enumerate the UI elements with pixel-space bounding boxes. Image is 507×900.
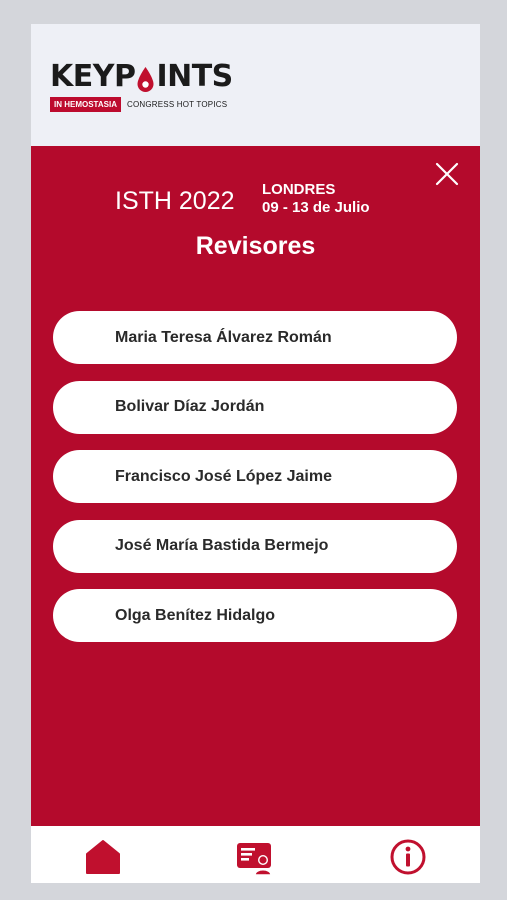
id-card-icon xyxy=(237,843,272,876)
page-title: Revisores xyxy=(195,232,316,260)
header: KEYP INTS IN HEMOSTASIA CONGRESS HOT TOPI… xyxy=(31,24,480,146)
reviewer-name: José María Bastida Bermejo xyxy=(115,537,329,554)
event-dates: 09 - 13 de Julio xyxy=(262,199,370,216)
nav-home-button[interactable] xyxy=(84,838,122,876)
reviewer-list: Maria Teresa Álvarez Román Bolivar Díaz … xyxy=(53,311,457,659)
close-button[interactable] xyxy=(433,160,461,188)
home-icon xyxy=(86,840,120,874)
event-city: LONDRES xyxy=(262,181,336,198)
logo-tag: IN HEMOSTASIA xyxy=(50,97,121,112)
main-panel: ISTH 2022 LONDRES 09 - 13 de Julio Revis… xyxy=(31,146,480,826)
reviewer-item[interactable]: José María Bastida Bermejo xyxy=(53,519,457,573)
info-icon xyxy=(390,839,426,875)
keypoints-logo: KEYP INTS IN HEMOSTASIA CONGRESS HOT TOPI… xyxy=(50,60,250,118)
logo-subtitle: CONGRESS HOT TOPICS xyxy=(126,100,228,109)
nav-reviewers-button[interactable] xyxy=(236,838,274,876)
reviewer-item[interactable]: Maria Teresa Álvarez Román xyxy=(53,311,457,364)
close-icon xyxy=(435,162,459,186)
logo-wordmark: KEYP INTS xyxy=(50,59,233,94)
reviewer-name: Francisco José López Jaime xyxy=(115,467,332,485)
reviewer-name: Maria Teresa Álvarez Román xyxy=(115,328,332,346)
reviewer-item[interactable]: Bolivar Díaz Jordán xyxy=(53,380,457,434)
event-info: LONDRES 09 - 13 de Julio xyxy=(262,181,370,217)
reviewer-item[interactable]: Olga Benítez Hidalgo xyxy=(53,589,457,642)
nav-info-button[interactable] xyxy=(389,838,427,876)
blood-drop-icon xyxy=(137,67,154,92)
bottom-nav xyxy=(31,826,480,883)
reviewer-name: Olga Benítez Hidalgo xyxy=(115,606,276,624)
reviewer-item[interactable]: Francisco José López Jaime xyxy=(53,450,457,503)
event-title: ISTH 2022 xyxy=(115,187,235,215)
reviewer-name: Bolivar Díaz Jordán xyxy=(115,398,265,415)
app-screen: KEYP INTS IN HEMOSTASIA CONGRESS HOT TOPI… xyxy=(31,24,480,883)
